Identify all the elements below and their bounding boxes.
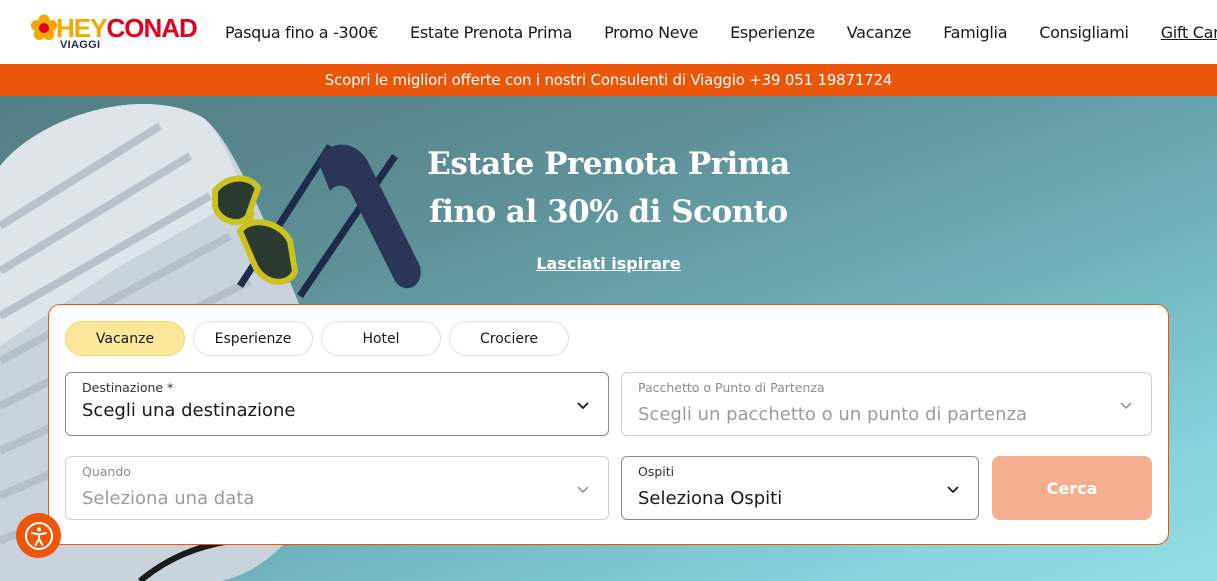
destination-select[interactable]: Destinazione * Scegli una destinazione bbox=[65, 372, 609, 436]
nav-item-estate-prenota-prima[interactable]: Estate Prenota Prima bbox=[410, 23, 572, 42]
search-tabs: Vacanze Esperienze Hotel Crociere bbox=[65, 321, 569, 356]
tab-hotel[interactable]: Hotel bbox=[321, 321, 441, 356]
when-placeholder: Seleziona una data bbox=[82, 488, 255, 509]
when-label: Quando bbox=[82, 464, 131, 479]
promo-bar[interactable]: Scopri le migliori offerte con i nostri … bbox=[0, 64, 1217, 96]
promo-bar-text[interactable]: Scopri le migliori offerte con i nostri … bbox=[325, 71, 893, 89]
guests-label: Ospiti bbox=[638, 464, 675, 479]
logo-subtitle: VIAGGI bbox=[60, 39, 101, 51]
hero-section: Estate Prenota Prima fino al 30% di Scon… bbox=[0, 96, 1217, 581]
tab-esperienze[interactable]: Esperienze bbox=[193, 321, 313, 356]
tab-crociere[interactable]: Crociere bbox=[449, 321, 569, 356]
nav-item-vacanze[interactable]: Vacanze bbox=[847, 23, 912, 42]
date-picker[interactable]: Quando Seleziona una data bbox=[65, 456, 609, 520]
chevron-down-icon bbox=[577, 486, 589, 494]
package-select[interactable]: Pacchetto o Punto di Partenza Scegli un … bbox=[621, 372, 1152, 436]
main-nav: Pasqua fino a -300€ Estate Prenota Prima… bbox=[225, 0, 1217, 64]
nav-item-famiglia[interactable]: Famiglia bbox=[943, 23, 1007, 42]
hero-title: Estate Prenota Prima fino al 30% di Scon… bbox=[0, 140, 1217, 236]
accessibility-icon bbox=[24, 521, 53, 550]
heyconad-logo[interactable]: HEYCONAD VIAGGI bbox=[30, 12, 200, 52]
chevron-down-icon bbox=[947, 486, 959, 494]
hero-title-line2: fino al 30% di Sconto bbox=[429, 194, 788, 230]
nav-item-gift-card[interactable]: Gift Card bbox=[1161, 23, 1217, 42]
nav-item-esperienze[interactable]: Esperienze bbox=[730, 23, 815, 42]
nav-item-promo-neve[interactable]: Promo Neve bbox=[604, 23, 698, 42]
tab-vacanze[interactable]: Vacanze bbox=[65, 321, 185, 356]
nav-item-pasqua[interactable]: Pasqua fino a -300€ bbox=[225, 23, 378, 42]
accessibility-button[interactable] bbox=[16, 513, 61, 558]
inspire-link[interactable]: Lasciati ispirare bbox=[0, 254, 1217, 273]
site-header: HEYCONAD VIAGGI Pasqua fino a -300€ Esta… bbox=[0, 0, 1217, 64]
destination-label: Destinazione * bbox=[82, 380, 174, 395]
destination-value: Scegli una destinazione bbox=[82, 400, 296, 421]
logo-conad: CONAD bbox=[106, 13, 197, 43]
package-placeholder: Scegli un pacchetto o un punto di parten… bbox=[638, 404, 1027, 425]
guests-select[interactable]: Ospiti Seleziona Ospiti bbox=[621, 456, 979, 520]
search-widget: Vacanze Esperienze Hotel Crociere Destin… bbox=[48, 304, 1169, 545]
flower-logo-icon bbox=[30, 14, 58, 40]
search-button[interactable]: Cerca bbox=[992, 456, 1152, 520]
guests-value: Seleziona Ospiti bbox=[638, 488, 783, 509]
package-label: Pacchetto o Punto di Partenza bbox=[638, 380, 825, 395]
hero-title-line1: Estate Prenota Prima bbox=[427, 146, 790, 182]
chevron-down-icon bbox=[1120, 402, 1132, 410]
nav-item-consigliami[interactable]: Consigliami bbox=[1039, 23, 1129, 42]
chevron-down-icon bbox=[577, 402, 589, 410]
